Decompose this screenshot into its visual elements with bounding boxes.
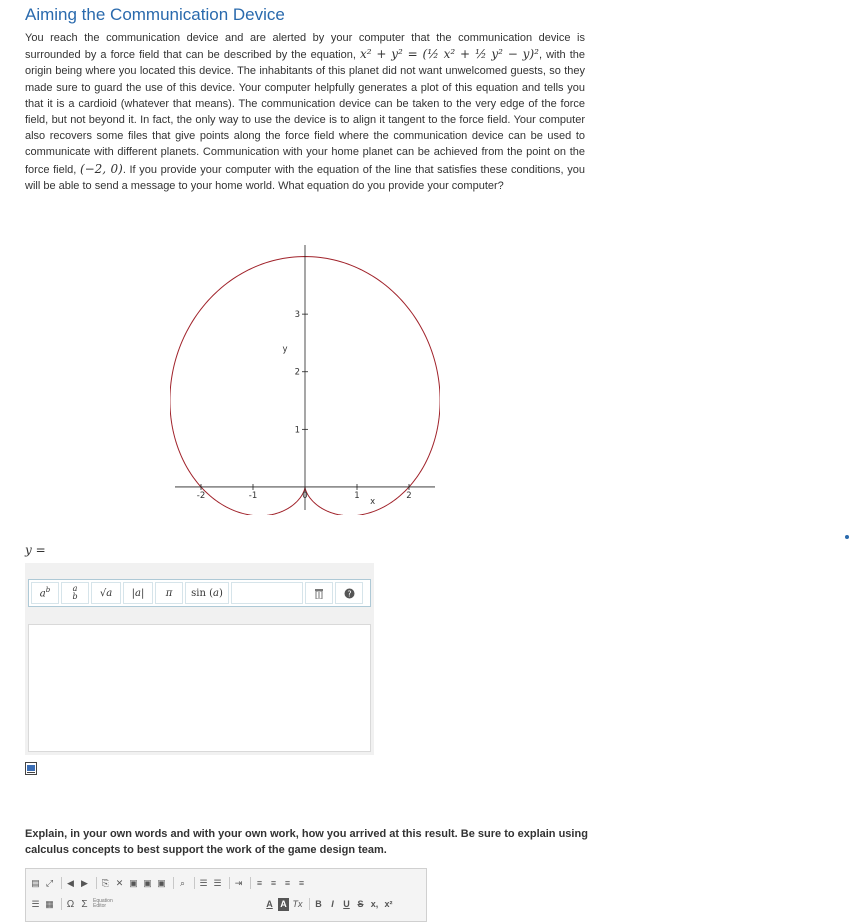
align-center-icon[interactable]: ≡ [268, 877, 279, 890]
bullet-list-icon[interactable]: ☰ [212, 877, 223, 890]
text-color-button[interactable]: A [264, 898, 275, 911]
answer-input[interactable] [28, 624, 371, 752]
y-axis-label: y [282, 345, 287, 355]
explain-prompt: Explain, in your own words and with your… [25, 828, 588, 856]
pi-button[interactable]: π [155, 582, 183, 604]
bold-button[interactable]: B [313, 898, 324, 911]
problem-text-2: , with the origin being where you locate… [25, 49, 585, 176]
home-point: (−2, 0) [79, 161, 123, 176]
x-tick-label: 1 [354, 491, 359, 501]
superscript-button[interactable]: x² [383, 898, 394, 911]
power-button[interactable]: ab [31, 582, 59, 604]
page-title: Aiming the Communication Device [25, 5, 285, 24]
source-icon[interactable]: ▤ [30, 877, 41, 890]
paste-text-icon[interactable]: ▣ [142, 877, 153, 890]
force-field-equation: x² + y² = (½ x² + ½ y² − y)² [359, 47, 539, 62]
maximize-icon[interactable]: ⤢ [44, 877, 55, 890]
numbered-list-icon[interactable]: ☰ [198, 877, 209, 890]
find-icon[interactable]: ⌕ [177, 877, 188, 890]
justify-icon[interactable]: ≡ [296, 877, 307, 890]
redo-icon[interactable]: ▶ [79, 877, 90, 890]
answer-label: y = [25, 543, 46, 557]
trash-button[interactable] [305, 582, 333, 604]
align-right-icon[interactable]: ≡ [282, 877, 293, 890]
bg-color-button[interactable]: A [278, 897, 289, 911]
sigma-icon[interactable]: Σ [79, 898, 90, 911]
remove-format-button[interactable]: Tx [292, 898, 303, 911]
italic-button[interactable]: I [327, 898, 338, 911]
cardioid-plot: -2 -1 0 1 2 1 2 3 y x [170, 245, 440, 515]
special-char-icon[interactable]: Ω [65, 898, 76, 911]
x-tick-label: 0 [302, 491, 307, 501]
underline-button[interactable]: U [341, 898, 352, 911]
svg-text:?: ? [347, 589, 351, 598]
paste-word-icon[interactable]: ▣ [156, 877, 167, 890]
help-icon: ? [344, 588, 354, 598]
fraction-button[interactable]: ab [61, 582, 89, 604]
y-tick-label: 1 [295, 425, 300, 435]
x-axis-label: x [370, 497, 375, 507]
problem-statement: You reach the communication device and a… [25, 30, 585, 194]
copy-icon[interactable]: ⎘ [100, 877, 111, 890]
x-tick-label: -1 [249, 491, 257, 501]
file-icon[interactable] [25, 762, 37, 775]
x-tick-label: -2 [197, 491, 205, 501]
math-toolbar: ab ab √a |a| π sin (a) ? [28, 579, 371, 607]
blue-dot [845, 535, 849, 539]
rte-toolbar-row-1: ▤ ⤢ ◀ ▶ ⎘ ✕ ▣ ▣ ▣ ⌕ ☰ ☰ ⇥ ≡ ≡ ≡ ≡ [30, 875, 310, 891]
undo-icon[interactable]: ◀ [65, 877, 76, 890]
math-answer-editor: ab ab √a |a| π sin (a) ? [25, 563, 374, 755]
sqrt-button[interactable]: √a [91, 582, 121, 604]
equation-editor-label[interactable]: Equation Editor [93, 898, 123, 911]
y-tick-label: 2 [295, 368, 300, 378]
x-tick-label: 2 [406, 491, 411, 501]
subscript-button[interactable]: x, [369, 898, 380, 911]
rte-toolbar-row-2: ☰ ▦ Ω Σ Equation Editor [30, 896, 126, 912]
rich-text-editor: ▤ ⤢ ◀ ▶ ⎘ ✕ ▣ ▣ ▣ ⌕ ☰ ☰ ⇥ ≡ ≡ ≡ ≡ ☰ ▦ Ω … [25, 868, 427, 922]
cut-icon[interactable]: ✕ [114, 877, 125, 890]
help-button[interactable]: ? [335, 582, 363, 604]
y-tick-label: 3 [295, 310, 300, 320]
rte-format-row: A A Tx B I U S x, x² [264, 896, 397, 912]
paste-icon[interactable]: ▣ [128, 877, 139, 890]
abs-button[interactable]: |a| [123, 582, 153, 604]
toolbar-spacer [231, 582, 303, 604]
trash-icon [315, 588, 323, 599]
strike-button[interactable]: S [355, 898, 366, 911]
align-left-icon[interactable]: ≡ [254, 877, 265, 890]
sin-button[interactable]: sin (a) [185, 582, 229, 604]
table-icon[interactable]: ▦ [44, 898, 55, 911]
hr-icon[interactable]: ☰ [30, 898, 41, 911]
indent-icon[interactable]: ⇥ [233, 877, 244, 890]
